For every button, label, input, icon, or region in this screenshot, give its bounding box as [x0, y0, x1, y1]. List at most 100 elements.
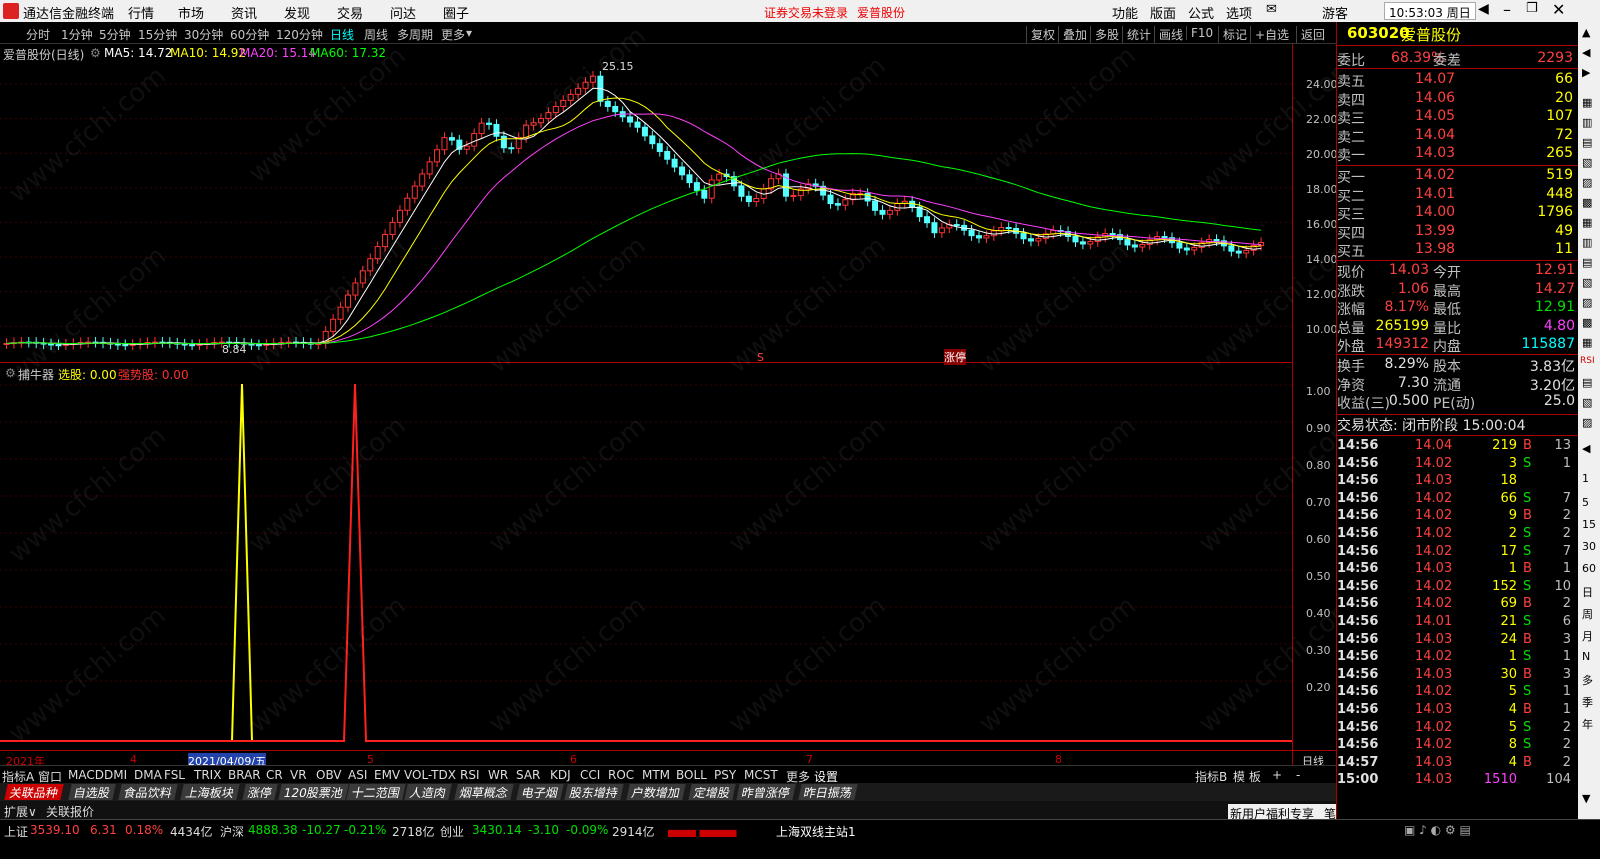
sector-tab[interactable]: 涨停 [242, 784, 278, 800]
tool-icon[interactable]: ▧ [1582, 156, 1592, 169]
indicator-tab[interactable]: PSY [714, 768, 736, 782]
period-tab-active[interactable]: 日线 [330, 26, 354, 43]
indicator-tab[interactable]: KDJ [550, 768, 571, 782]
indicator-tab[interactable]: MCST [744, 768, 778, 782]
period-tab[interactable]: 120分钟 [276, 26, 323, 43]
period-tab[interactable]: 周线 [364, 26, 388, 43]
tool-icon[interactable]: ▥ [1582, 116, 1592, 129]
indicator-tab[interactable]: CCI [580, 768, 600, 782]
sector-tab[interactable]: 电子烟 [516, 784, 564, 800]
tool-icon[interactable]: ▨ [1582, 416, 1592, 429]
maximize-icon[interactable]: ❐ [1526, 1, 1538, 16]
cy-label[interactable]: 创业 [440, 823, 464, 840]
sector-tab[interactable]: 昨曾涨停 [736, 784, 796, 800]
tool-icon[interactable]: ▤ [1582, 136, 1592, 149]
tool-icon[interactable]: ▨ [1582, 176, 1592, 189]
sector-tab[interactable]: 食品饮料 [118, 784, 178, 800]
sector-tab[interactable]: 股东增持 [564, 784, 624, 800]
menu-item[interactable]: 行情 [128, 3, 154, 22]
arrow-icon[interactable]: ▶ [1582, 66, 1590, 79]
stock-name-link[interactable]: 爱普股份 [857, 4, 905, 21]
hs-label[interactable]: 沪深 [220, 823, 244, 840]
tool-icon[interactable]: ▩ [1582, 316, 1592, 329]
related-quote-tab[interactable]: 关联报价 [46, 803, 94, 820]
sh-label[interactable]: 上证 [4, 823, 28, 840]
toolbar-btn[interactable]: 复权 [1026, 26, 1055, 43]
arrow-icon[interactable]: ◀ [1582, 46, 1590, 59]
period-btn[interactable]: 30 [1582, 540, 1596, 553]
toolbar-btn[interactable]: 返回 [1296, 26, 1325, 43]
indicator-tab[interactable]: FSL [164, 768, 185, 782]
tool-icon[interactable]: ▧ [1582, 396, 1592, 409]
tool-icon[interactable]: ▦ [1582, 96, 1592, 109]
period-btn[interactable]: 月 [1582, 628, 1593, 644]
menu-item[interactable]: 发现 [284, 3, 310, 22]
sector-tab[interactable]: 烟草概念 [454, 784, 514, 800]
sector-tab[interactable]: 自选股 [68, 784, 116, 800]
indicator-tab[interactable]: ROC [608, 768, 634, 782]
sector-tab[interactable]: 户数增加 [626, 784, 686, 800]
menu-layout[interactable]: 版面 [1150, 3, 1176, 22]
period-tab[interactable]: 30分钟 [184, 26, 223, 43]
tool-icon[interactable]: ▩ [1582, 196, 1592, 209]
back-icon[interactable]: ◀ [1478, 1, 1489, 17]
toolbar-btn[interactable]: 画线 [1154, 26, 1183, 43]
menu-formula[interactable]: 公式 [1188, 3, 1214, 22]
sector-tab[interactable]: 十二范围 [346, 784, 406, 800]
tray-icons[interactable]: ▣ ♪ ◐ ⚙ ▤ [1404, 823, 1471, 837]
indicator-tab[interactable]: DMA [134, 768, 162, 782]
period-tab[interactable]: 60分钟 [230, 26, 269, 43]
menu-item[interactable]: 圈子 [443, 3, 469, 22]
indicator-tab[interactable]: MTM [642, 768, 670, 782]
indicator-tab[interactable]: RSI [460, 768, 480, 782]
period-tab[interactable]: 分时 [26, 26, 50, 43]
toolbar-btn[interactable]: F10 [1186, 26, 1213, 40]
indicator-tab[interactable]: OBV [316, 768, 342, 782]
period-btn[interactable]: 60 [1582, 562, 1596, 575]
indicator-tab[interactable]: WR [488, 768, 508, 782]
tool-icon[interactable]: ▤ [1582, 256, 1592, 269]
toolbar-btn[interactable]: 标记 [1218, 26, 1247, 43]
indicator-tab[interactable]: TRIX [194, 768, 221, 782]
sector-tab[interactable]: 120股票池 [278, 784, 349, 800]
expand-button[interactable]: 扩展∨ [4, 803, 37, 820]
settings-icon[interactable]: ⚙ [90, 46, 101, 60]
chart-area[interactable] [0, 44, 1336, 766]
period-tab[interactable]: 更多 [441, 26, 465, 43]
indicator-tab[interactable]: CR [266, 768, 283, 782]
user-label[interactable]: 游客 [1322, 3, 1348, 22]
period-tab[interactable]: 多周期 [397, 26, 433, 43]
period-btn[interactable]: 年 [1582, 716, 1593, 732]
period-btn[interactable]: 季 [1582, 694, 1593, 710]
tool-icon[interactable]: ▨ [1582, 296, 1592, 309]
indicator-tab[interactable]: BRAR [228, 768, 261, 782]
tool-icon[interactable]: ▦ [1582, 336, 1592, 349]
period-tab[interactable]: 1分钟 [61, 26, 93, 43]
tool-icon[interactable]: ▧ [1582, 276, 1592, 289]
tool-icon[interactable]: ▦ [1582, 216, 1592, 229]
kline-chart[interactable] [0, 44, 1336, 766]
menu-item[interactable]: 资讯 [231, 3, 257, 22]
toolbar-btn[interactable]: 多股 [1090, 26, 1119, 43]
menu-item[interactable]: 问达 [390, 3, 416, 22]
period-tab[interactable]: 5分钟 [99, 26, 131, 43]
period-tab[interactable]: 15分钟 [138, 26, 177, 43]
mail-icon[interactable]: ✉ [1266, 2, 1277, 17]
scroll-down-icon[interactable]: ▼ [1582, 792, 1590, 805]
period-btn[interactable]: 多 [1582, 672, 1593, 688]
sector-tab[interactable]: 定增股 [688, 784, 736, 800]
indicator-tab[interactable]: VOL-TDX [404, 768, 456, 782]
indicator-tab[interactable]: MACD [68, 768, 104, 782]
period-btn[interactable]: 5 [1582, 496, 1589, 509]
menu-options[interactable]: 选项 [1226, 3, 1252, 22]
close-icon[interactable]: ✕ [1552, 0, 1565, 19]
menu-item[interactable]: 交易 [337, 3, 363, 22]
sector-tab[interactable]: 关联品种 [4, 784, 64, 800]
indicator-tab[interactable]: SAR [516, 768, 540, 782]
collapse-icon[interactable]: ◀ [1582, 442, 1590, 455]
login-warning[interactable]: 证券交易未登录 [764, 4, 848, 21]
indicator-tab[interactable]: ASI [348, 768, 367, 782]
scroll-up-icon[interactable]: ▲ [1582, 26, 1590, 39]
tool-icon[interactable]: ▤ [1582, 376, 1592, 389]
sector-tab[interactable]: 昨日振荡 [798, 784, 858, 800]
